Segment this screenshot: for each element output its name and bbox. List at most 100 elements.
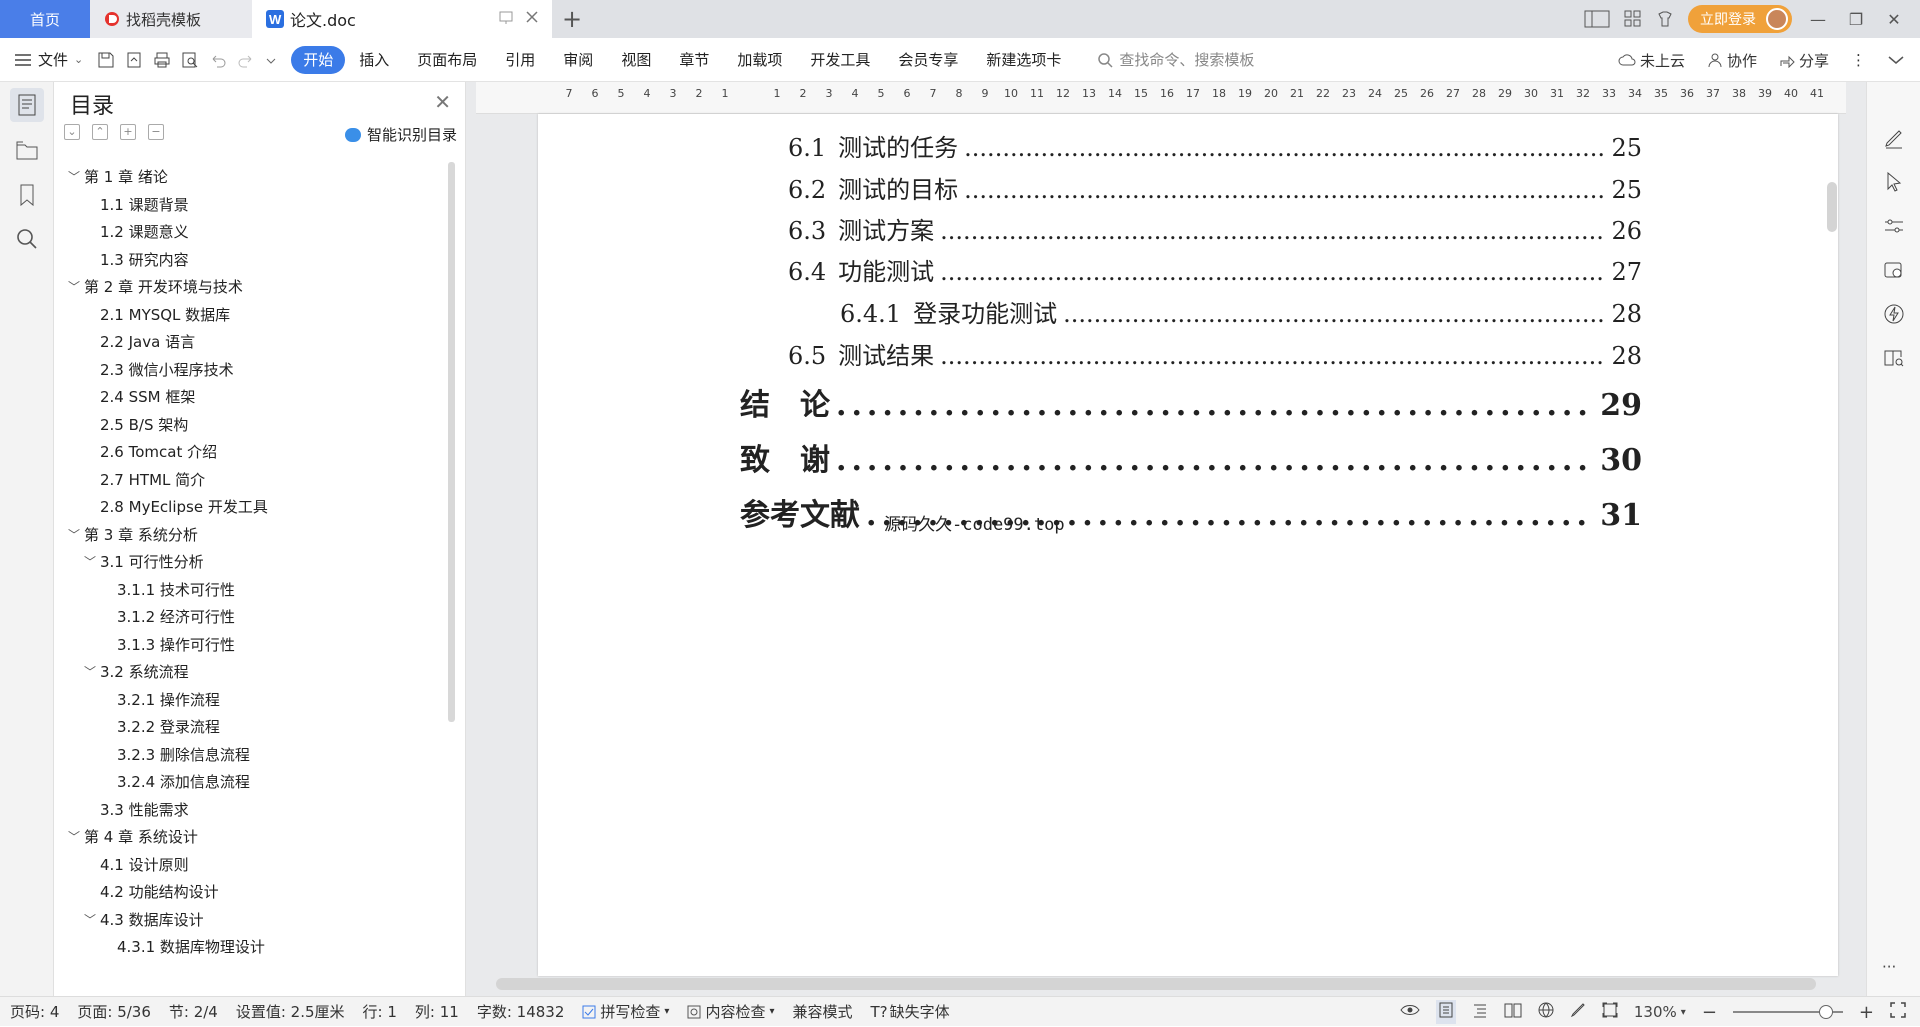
vertical-scrollbar[interactable] bbox=[1827, 182, 1837, 232]
ribbon-tab-section[interactable]: 章节 bbox=[665, 46, 723, 74]
print-preview-icon[interactable] bbox=[181, 51, 199, 69]
chevron-down-icon[interactable]: ﹀ bbox=[84, 907, 96, 935]
adjust-settings-icon[interactable] bbox=[1882, 214, 1906, 238]
print-icon[interactable] bbox=[153, 51, 171, 69]
zoom-level[interactable]: 130% ▾ bbox=[1634, 1003, 1686, 1021]
pen-icon[interactable] bbox=[1882, 126, 1906, 150]
zoom-slider[interactable] bbox=[1732, 1005, 1843, 1019]
doc-toc-entry[interactable]: 6.4.1 登录功能测试.............................… bbox=[840, 294, 1642, 329]
reading-view-icon[interactable] bbox=[1504, 1002, 1522, 1022]
redo-icon[interactable] bbox=[237, 51, 255, 69]
toc-scrollbar[interactable] bbox=[448, 162, 455, 722]
ribbon-tab-insert[interactable]: 插入 bbox=[345, 46, 403, 74]
ribbon-tab-member[interactable]: 会员专享 bbox=[884, 46, 972, 74]
zoom-slider-knob[interactable] bbox=[1818, 1005, 1833, 1019]
write-mode-icon[interactable] bbox=[1570, 1002, 1586, 1022]
lightning-icon[interactable] bbox=[1882, 302, 1906, 326]
close-panel-icon[interactable]: ✕ bbox=[434, 90, 451, 114]
fit-page-icon[interactable] bbox=[1602, 1002, 1618, 1022]
chevron-down-icon[interactable]: ﹀ bbox=[68, 274, 80, 302]
add-heading-icon[interactable]: + bbox=[120, 124, 136, 140]
toc-item[interactable]: ﹀ 第 4 章 系统设计 bbox=[64, 824, 434, 852]
close-window-icon[interactable]: ✕ bbox=[1882, 10, 1906, 29]
doc-toc-entry[interactable]: 6.1 测试的任务................................… bbox=[788, 128, 1642, 163]
missing-font-button[interactable]: T? 缺失字体 bbox=[871, 1001, 950, 1022]
status-word-count[interactable]: 字数: 14832 bbox=[477, 1001, 565, 1022]
toc-item[interactable]: ﹀ 4.3 数据库设计 bbox=[64, 907, 434, 935]
toc-item[interactable]: 3.2.1 操作流程 bbox=[64, 687, 434, 715]
new-tab-button[interactable]: + bbox=[552, 0, 592, 38]
tab-template[interactable]: 找稻壳模板 bbox=[90, 0, 252, 38]
toc-item[interactable]: 3.3 性能需求 bbox=[64, 797, 434, 825]
doc-toc-entry[interactable]: 6.5 测试结果.................................… bbox=[788, 336, 1642, 371]
toc-item[interactable]: 3.1.3 操作可行性 bbox=[64, 632, 434, 660]
toc-item[interactable]: 2.1 MYSQL 数据库 bbox=[64, 302, 434, 330]
book-search-icon[interactable] bbox=[1882, 346, 1906, 370]
doc-toc-entry[interactable]: 6.2 测试的目标................................… bbox=[788, 170, 1642, 205]
status-page[interactable]: 页面: 5/36 bbox=[77, 1001, 151, 1022]
doc-toc-entry[interactable]: 致 谢.....................................… bbox=[740, 435, 1642, 479]
doc-toc-entry[interactable]: 结 论.....................................… bbox=[740, 380, 1642, 424]
more-horizontal-icon[interactable]: ··· bbox=[1882, 958, 1906, 982]
toc-item[interactable]: 2.4 SSM 框架 bbox=[64, 384, 434, 412]
ribbon-tab-developer[interactable]: 开发工具 bbox=[796, 46, 884, 74]
collapse-all-icon[interactable]: ⌃ bbox=[92, 124, 108, 140]
toc-item[interactable]: 1.3 研究内容 bbox=[64, 247, 434, 275]
undo-icon[interactable] bbox=[209, 51, 227, 69]
ribbon-tab-start[interactable]: 开始 bbox=[291, 45, 346, 74]
toc-item[interactable]: ﹀ 3.2 系统流程 bbox=[64, 659, 434, 687]
expand-all-icon[interactable]: ⌄ bbox=[64, 124, 80, 140]
toc-item[interactable]: 1.2 课题意义 bbox=[64, 219, 434, 247]
command-search[interactable]: 查找命令、搜索模板 bbox=[1097, 49, 1254, 70]
toc-item[interactable]: 2.8 MyEclipse 开发工具 bbox=[64, 494, 434, 522]
outline-view-mode-icon[interactable] bbox=[1472, 1002, 1488, 1022]
toc-item[interactable]: 2.6 Tomcat 介绍 bbox=[64, 439, 434, 467]
eye-protection-icon[interactable] bbox=[1400, 1003, 1420, 1021]
pin-window-icon[interactable] bbox=[498, 9, 514, 25]
customize-toolbar-icon[interactable] bbox=[265, 51, 277, 69]
spell-check-button[interactable]: 拼写检查 ▾ bbox=[582, 1001, 669, 1022]
login-button[interactable]: 立即登录 bbox=[1688, 5, 1792, 33]
cloud-status-button[interactable]: 未上云 bbox=[1618, 50, 1685, 71]
select-cursor-icon[interactable] bbox=[1882, 170, 1906, 194]
zoom-out-icon[interactable]: − bbox=[1702, 1002, 1717, 1023]
ribbon-tab-new[interactable]: 新建选项卡 bbox=[972, 46, 1075, 74]
toc-item[interactable]: 3.1.1 技术可行性 bbox=[64, 577, 434, 605]
skin-icon[interactable] bbox=[1656, 10, 1674, 28]
remove-heading-icon[interactable]: − bbox=[148, 124, 164, 140]
collaborate-button[interactable]: 协作 bbox=[1707, 50, 1757, 71]
horizontal-scrollbar[interactable] bbox=[496, 978, 1816, 990]
toc-item[interactable]: ﹀ 第 1 章 绪论 bbox=[64, 164, 434, 192]
share-button[interactable]: 分享 bbox=[1779, 50, 1829, 71]
apps-grid-icon[interactable] bbox=[1624, 10, 1642, 28]
ribbon-tab-view[interactable]: 视图 bbox=[607, 46, 665, 74]
toc-item[interactable]: 3.2.4 添加信息流程 bbox=[64, 769, 434, 797]
toc-item[interactable]: 2.2 Java 语言 bbox=[64, 329, 434, 357]
toc-item[interactable]: 3.2.2 登录流程 bbox=[64, 714, 434, 742]
chevron-down-icon[interactable]: ﹀ bbox=[68, 164, 80, 192]
close-tab-icon[interactable] bbox=[524, 9, 540, 25]
find-icon[interactable] bbox=[14, 226, 40, 252]
toc-item[interactable]: 1.1 课题背景 bbox=[64, 192, 434, 220]
toc-item[interactable]: 4.1 设计原则 bbox=[64, 852, 434, 880]
doc-toc-entry[interactable]: 6.4 功能测试.................................… bbox=[788, 252, 1642, 287]
chevron-down-icon[interactable]: ﹀ bbox=[68, 824, 80, 852]
ribbon-tab-addins[interactable]: 加载项 bbox=[723, 46, 796, 74]
collapse-ribbon-icon[interactable] bbox=[1888, 55, 1904, 65]
doc-toc-entry[interactable]: 参考文献....................................… bbox=[740, 490, 1642, 534]
tab-document[interactable]: W 论文.doc bbox=[252, 0, 552, 38]
export-pdf-icon[interactable] bbox=[125, 51, 143, 69]
toc-item[interactable]: 4.3.1 数据库物理设计 bbox=[64, 934, 434, 962]
doc-toc-entry[interactable]: 6.3 测试方案.................................… bbox=[788, 211, 1642, 246]
ribbon-tab-references[interactable]: 引用 bbox=[491, 46, 549, 74]
ribbon-tab-layout[interactable]: 页面布局 bbox=[403, 46, 491, 74]
toc-item[interactable]: 3.2.3 删除信息流程 bbox=[64, 742, 434, 770]
chevron-down-icon[interactable]: ﹀ bbox=[68, 522, 80, 550]
more-options-icon[interactable]: ⋮ bbox=[1851, 51, 1866, 69]
chevron-down-icon[interactable]: ﹀ bbox=[84, 549, 96, 577]
toc-item[interactable]: 2.7 HTML 简介 bbox=[64, 467, 434, 495]
chapter-nav-icon[interactable] bbox=[14, 138, 40, 164]
minimize-icon[interactable]: — bbox=[1806, 10, 1830, 29]
toc-item[interactable]: ﹀ 3.1 可行性分析 bbox=[64, 549, 434, 577]
content-check-button[interactable]: 内容检查 ▾ bbox=[687, 1001, 774, 1022]
